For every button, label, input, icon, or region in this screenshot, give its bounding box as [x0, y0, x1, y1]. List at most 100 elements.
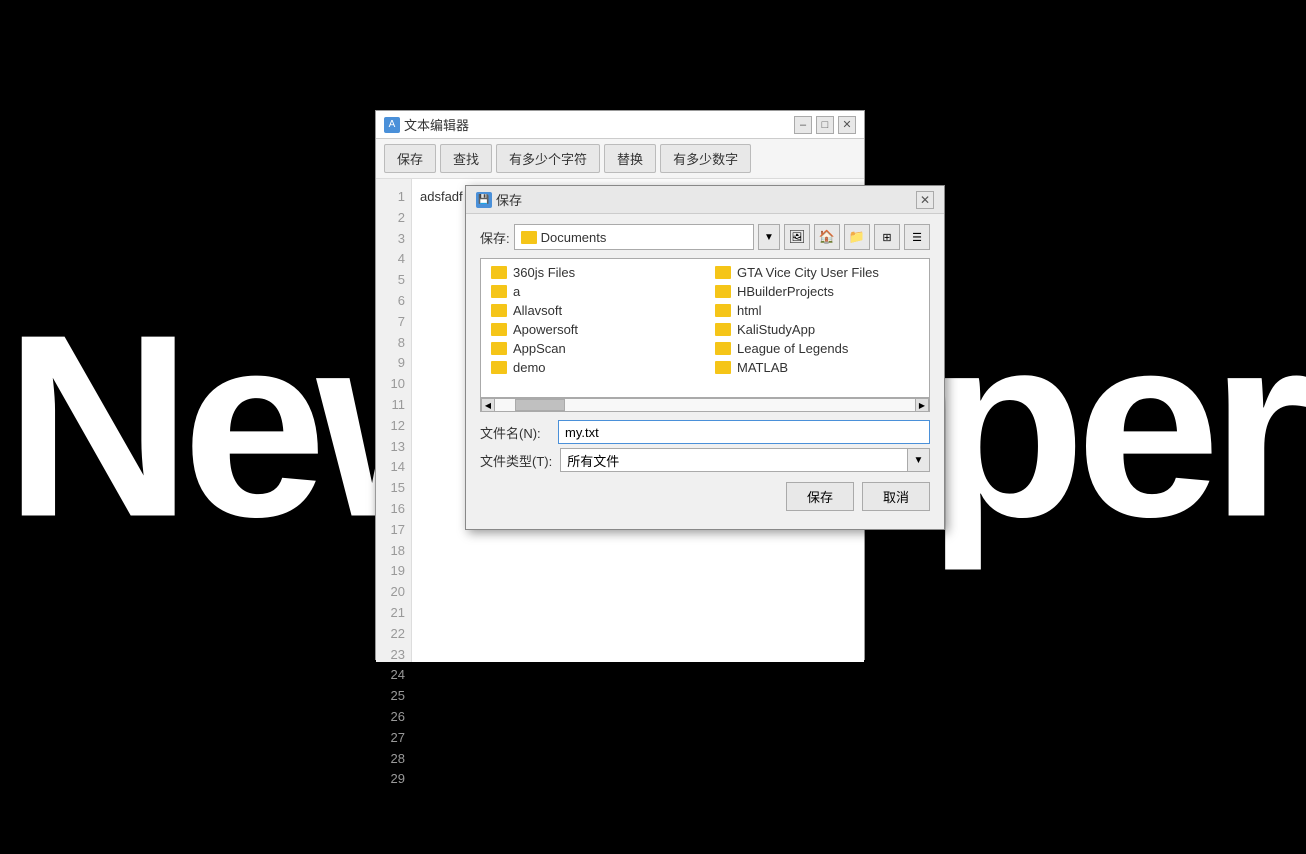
window-controls: – □ ✕	[794, 116, 856, 134]
filetype-wrapper: 所有文件 ▼	[560, 448, 930, 472]
line-num-14: 14	[382, 457, 405, 478]
title-icon: A	[384, 117, 400, 133]
line-num-2: 2	[382, 208, 405, 229]
file-item-appscan-label: AppScan	[513, 341, 566, 356]
folder-icon	[521, 231, 537, 244]
file-item-apowersoft-label: Apowersoft	[513, 322, 578, 337]
file-item-apowersoft[interactable]: Apowersoft	[481, 320, 705, 339]
file-item-a-label: a	[513, 284, 520, 299]
folder-icon-html	[715, 304, 731, 317]
toolbar-newdir-icon[interactable]: 📁	[844, 224, 870, 250]
file-item-matlab-label: MATLAB	[737, 360, 788, 375]
file-item-allavsoft-label: Allavsoft	[513, 303, 562, 318]
line-num-29: 29	[382, 769, 405, 790]
filetype-row: 文件类型(T): 所有文件 ▼	[480, 448, 930, 472]
toolbar-photo-icon[interactable]: 🖼	[784, 224, 810, 250]
line-numbers: 1 2 3 4 5 6 7 8 9 10 11 12 13 14 15 16 1…	[376, 179, 412, 662]
dialog-title-label: 保存	[496, 190, 522, 209]
line-num-3: 3	[382, 229, 405, 250]
char-count-toolbar-button[interactable]: 有多少个字符	[496, 144, 600, 173]
filetype-value: 所有文件	[567, 451, 619, 470]
line-num-23: 23	[382, 645, 405, 666]
line-num-20: 20	[382, 582, 405, 603]
location-label: 保存:	[480, 228, 510, 247]
scroll-track[interactable]	[495, 399, 915, 411]
file-item-gta[interactable]: GTA Vice City User Files	[705, 263, 929, 282]
file-list-right: GTA Vice City User Files HBuilderProject…	[705, 259, 929, 397]
dialog-buttons: 保存 取消	[480, 482, 930, 511]
line-num-7: 7	[382, 312, 405, 333]
line-num-16: 16	[382, 499, 405, 520]
line-num-11: 11	[382, 395, 405, 416]
file-item-lol[interactable]: League of Legends	[705, 339, 929, 358]
location-row: 保存: Documents ▼ 🖼 🏠 📁 ⊞ ☰	[480, 224, 930, 250]
line-num-18: 18	[382, 541, 405, 562]
file-item-html-label: html	[737, 303, 762, 318]
filename-label: 文件名(N):	[480, 423, 550, 442]
line-num-22: 22	[382, 624, 405, 645]
save-toolbar-button[interactable]: 保存	[384, 144, 436, 173]
horizontal-scrollbar[interactable]: ◀ ▶	[480, 398, 930, 412]
folder-icon-matlab	[715, 361, 731, 374]
scroll-left-button[interactable]: ◀	[481, 398, 495, 412]
file-item-360js[interactable]: 360js Files	[481, 263, 705, 282]
dialog-title-icon: 💾	[476, 192, 492, 208]
filetype-select[interactable]: 所有文件	[560, 448, 908, 472]
file-list-area: 360js Files a Allavsoft Apowersoft AppSc…	[480, 258, 930, 398]
line-num-15: 15	[382, 478, 405, 499]
scroll-right-button[interactable]: ▶	[915, 398, 929, 412]
window-title: A 文本编辑器	[384, 115, 469, 134]
num-count-toolbar-button[interactable]: 有多少数字	[660, 144, 751, 173]
window-titlebar: A 文本编辑器 – □ ✕	[376, 111, 864, 139]
file-item-allavsoft[interactable]: Allavsoft	[481, 301, 705, 320]
filetype-label: 文件类型(T):	[480, 451, 552, 470]
filename-input[interactable]	[558, 420, 930, 444]
dialog-cancel-button[interactable]: 取消	[862, 482, 930, 511]
line-num-24: 24	[382, 665, 405, 686]
folder-icon-appscan	[491, 342, 507, 355]
window-title-text: 文本编辑器	[404, 115, 469, 134]
file-item-gta-label: GTA Vice City User Files	[737, 265, 879, 280]
minimize-button[interactable]: –	[794, 116, 812, 134]
close-button[interactable]: ✕	[838, 116, 856, 134]
folder-icon-hbuilder	[715, 285, 731, 298]
line-num-1: 1	[382, 187, 405, 208]
save-dialog: 💾 保存 ✕ 保存: Documents ▼ 🖼 🏠 📁 ⊞ ☰	[465, 185, 945, 530]
editor-first-line: adsfadf	[420, 189, 463, 204]
file-item-matlab[interactable]: MATLAB	[705, 358, 929, 377]
line-num-27: 27	[382, 728, 405, 749]
file-item-html[interactable]: html	[705, 301, 929, 320]
dialog-body: 保存: Documents ▼ 🖼 🏠 📁 ⊞ ☰ 360js Files	[466, 214, 944, 521]
folder-icon-kali	[715, 323, 731, 336]
find-toolbar-button[interactable]: 查找	[440, 144, 492, 173]
file-item-a[interactable]: a	[481, 282, 705, 301]
dialog-titlebar: 💾 保存 ✕	[466, 186, 944, 214]
dialog-save-button[interactable]: 保存	[786, 482, 854, 511]
dialog-close-button[interactable]: ✕	[916, 191, 934, 209]
folder-icon-demo	[491, 361, 507, 374]
line-num-19: 19	[382, 561, 405, 582]
folder-icon-a	[491, 285, 507, 298]
line-num-10: 10	[382, 374, 405, 395]
line-num-9: 9	[382, 353, 405, 374]
file-item-kali[interactable]: KaliStudyApp	[705, 320, 929, 339]
line-num-8: 8	[382, 333, 405, 354]
toolbar-home-icon[interactable]: 🏠	[814, 224, 840, 250]
file-item-hbuilder[interactable]: HBuilderProjects	[705, 282, 929, 301]
file-item-appscan[interactable]: AppScan	[481, 339, 705, 358]
file-item-lol-label: League of Legends	[737, 341, 848, 356]
toolbar-grid-icon[interactable]: ⊞	[874, 224, 900, 250]
location-input[interactable]: Documents	[514, 224, 754, 250]
file-item-360js-label: 360js Files	[513, 265, 575, 280]
file-item-hbuilder-label: HBuilderProjects	[737, 284, 834, 299]
toolbar-list-icon[interactable]: ☰	[904, 224, 930, 250]
scroll-thumb[interactable]	[515, 399, 565, 411]
file-list-left: 360js Files a Allavsoft Apowersoft AppSc…	[481, 259, 705, 397]
replace-toolbar-button[interactable]: 替换	[604, 144, 656, 173]
line-num-26: 26	[382, 707, 405, 728]
line-num-28: 28	[382, 749, 405, 770]
location-dropdown-button[interactable]: ▼	[758, 224, 780, 250]
filetype-dropdown-button[interactable]: ▼	[908, 448, 930, 472]
file-item-demo[interactable]: demo	[481, 358, 705, 377]
maximize-button[interactable]: □	[816, 116, 834, 134]
